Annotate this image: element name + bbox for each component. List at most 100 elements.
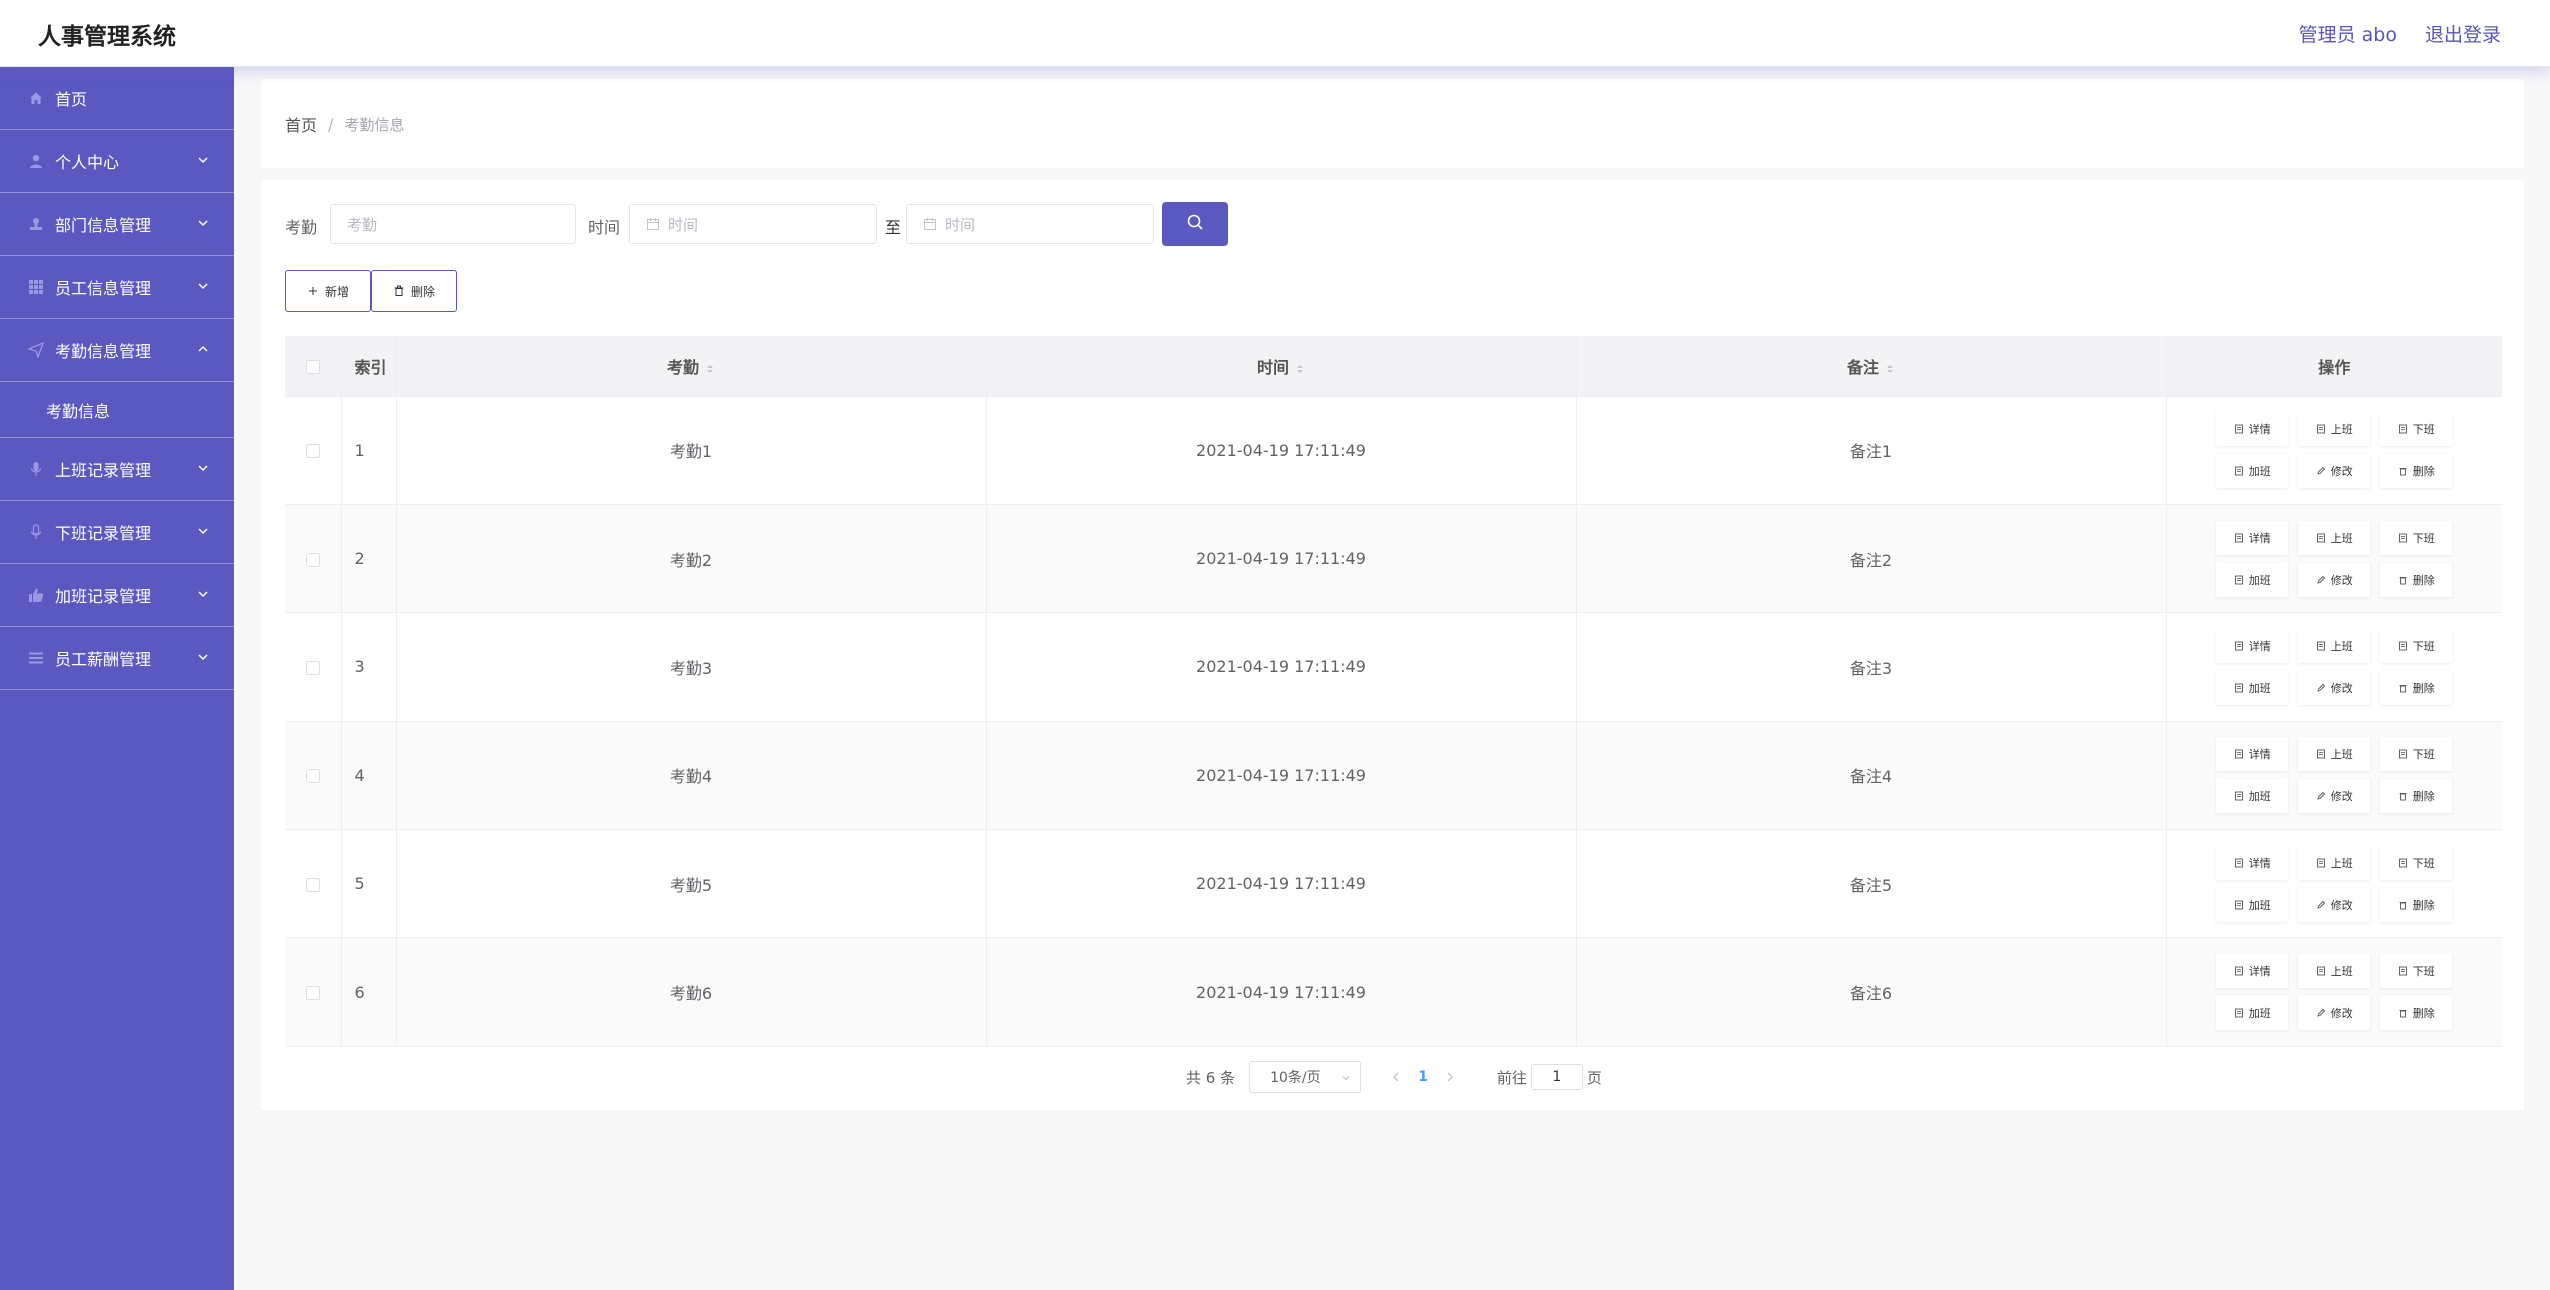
edit-button[interactable]: 修改 bbox=[2298, 996, 2371, 1031]
delete-row-button[interactable]: 删除 bbox=[2380, 887, 2453, 922]
sidebar-subitem-attendance-info[interactable]: 考勤信息 bbox=[0, 382, 234, 438]
edit-button[interactable]: 修改 bbox=[2298, 670, 2371, 705]
clock-out-button[interactable]: 下班 bbox=[2380, 520, 2453, 555]
goto-page-input[interactable] bbox=[1530, 1064, 1583, 1090]
sidebar-item-clock-out[interactable]: 下班记录管理 bbox=[0, 501, 234, 564]
overtime-icon bbox=[2234, 466, 2244, 476]
sidebar-item-employee[interactable]: 员工信息管理 bbox=[0, 256, 234, 319]
row-checkbox[interactable] bbox=[305, 986, 320, 1001]
sidebar-item-attendance[interactable]: 考勤信息管理 bbox=[0, 319, 234, 382]
clock-in-icon bbox=[2316, 966, 2326, 976]
edit-button[interactable]: 修改 bbox=[2298, 562, 2371, 597]
op-label: 删除 bbox=[2412, 898, 2435, 912]
header-attendance[interactable]: 考勤 bbox=[396, 336, 987, 397]
cell-time: 2021-04-19 17:11:49 bbox=[986, 829, 1577, 939]
user-icon bbox=[28, 153, 44, 169]
op-label: 上班 bbox=[2330, 856, 2353, 870]
detail-button[interactable]: 详情 bbox=[2216, 412, 2289, 447]
edit-icon bbox=[2316, 683, 2326, 693]
attendance-search-input[interactable]: 考勤 bbox=[330, 204, 576, 244]
clock-out-button[interactable]: 下班 bbox=[2380, 845, 2453, 880]
cell-time: 2021-04-19 17:11:49 bbox=[986, 504, 1577, 614]
overtime-button[interactable]: 加班 bbox=[2216, 996, 2289, 1031]
cell-time: 2021-04-19 17:11:49 bbox=[986, 612, 1577, 722]
page-size-select[interactable]: 10条/页 bbox=[1249, 1061, 1362, 1093]
clock-out-button[interactable]: 下班 bbox=[2380, 737, 2453, 772]
clock-in-icon bbox=[2316, 424, 2326, 434]
sidebar-item-home[interactable]: 首页 bbox=[0, 67, 234, 130]
detail-button[interactable]: 详情 bbox=[2216, 520, 2289, 555]
cell-note: 备注6 bbox=[1576, 937, 2167, 1047]
detail-button[interactable]: 详情 bbox=[2216, 628, 2289, 663]
row-actions: 详情 上班 下班加班 修改 删除 bbox=[2167, 737, 2503, 814]
next-page-icon[interactable] bbox=[1443, 1070, 1457, 1084]
overtime-button[interactable]: 加班 bbox=[2216, 670, 2289, 705]
op-label: 删除 bbox=[2412, 465, 2435, 479]
clock-in-button[interactable]: 上班 bbox=[2298, 412, 2371, 447]
header-note-label: 备注 bbox=[1846, 357, 1879, 377]
op-label: 加班 bbox=[2248, 790, 2271, 804]
time-end-input[interactable]: 时间 bbox=[906, 204, 1154, 244]
clock-out-button[interactable]: 下班 bbox=[2380, 412, 2453, 447]
delete-button[interactable]: 删除 bbox=[371, 270, 457, 312]
sidebar-item-overtime[interactable]: 加班记录管理 bbox=[0, 564, 234, 627]
header-time[interactable]: 时间 bbox=[986, 336, 1577, 397]
sort-icon[interactable] bbox=[1295, 361, 1305, 375]
delete-row-button[interactable]: 删除 bbox=[2380, 996, 2453, 1031]
row-checkbox[interactable] bbox=[305, 769, 320, 784]
op-label: 详情 bbox=[2248, 856, 2271, 870]
row-checkbox[interactable] bbox=[305, 552, 320, 567]
chevron-down-icon bbox=[196, 278, 210, 292]
search-button[interactable] bbox=[1162, 202, 1228, 246]
chevron-down-icon bbox=[196, 215, 210, 229]
sidebar-item-department[interactable]: 部门信息管理 bbox=[0, 193, 234, 256]
detail-button[interactable]: 详情 bbox=[2216, 954, 2289, 989]
pagination: 共 6 条 10条/页 1 前往 页 bbox=[1186, 1060, 1602, 1094]
delete-row-button[interactable]: 删除 bbox=[2380, 454, 2453, 489]
delete-row-button[interactable]: 删除 bbox=[2380, 670, 2453, 705]
op-label: 加班 bbox=[2248, 465, 2271, 479]
overtime-button[interactable]: 加班 bbox=[2216, 887, 2289, 922]
breadcrumb-home[interactable]: 首页 bbox=[285, 112, 317, 136]
chevron-down-icon bbox=[1340, 1072, 1352, 1084]
clock-out-button[interactable]: 下班 bbox=[2380, 628, 2453, 663]
edit-button[interactable]: 修改 bbox=[2298, 454, 2371, 489]
header-index: 索引 bbox=[341, 336, 397, 397]
overtime-button[interactable]: 加班 bbox=[2216, 562, 2289, 597]
clock-in-button[interactable]: 上班 bbox=[2298, 845, 2371, 880]
time-start-input[interactable]: 时间 bbox=[629, 204, 877, 244]
cell-attendance: 考勤1 bbox=[396, 396, 987, 505]
sort-icon[interactable] bbox=[705, 361, 715, 375]
clock-in-button[interactable]: 上班 bbox=[2298, 628, 2371, 663]
op-label: 修改 bbox=[2330, 790, 2353, 804]
logout-link[interactable]: 退出登录 bbox=[2425, 20, 2501, 47]
row-checkbox[interactable] bbox=[305, 444, 320, 459]
overtime-icon bbox=[2234, 575, 2244, 585]
edit-button[interactable]: 修改 bbox=[2298, 779, 2371, 814]
add-button[interactable]: 新增 bbox=[285, 270, 371, 312]
delete-row-button[interactable]: 删除 bbox=[2380, 562, 2453, 597]
row-checkbox[interactable] bbox=[305, 877, 320, 892]
clock-in-button[interactable]: 上班 bbox=[2298, 737, 2371, 772]
sidebar-item-salary[interactable]: 员工薪酬管理 bbox=[0, 627, 234, 690]
prev-page-icon[interactable] bbox=[1389, 1070, 1403, 1084]
clock-in-button[interactable]: 上班 bbox=[2298, 954, 2371, 989]
header-time-label: 时间 bbox=[1256, 357, 1289, 377]
edit-button[interactable]: 修改 bbox=[2298, 887, 2371, 922]
goto-label: 前往 bbox=[1496, 1068, 1527, 1087]
header-note[interactable]: 备注 bbox=[1576, 336, 2167, 397]
row-checkbox[interactable] bbox=[305, 660, 320, 675]
sidebar-item-personal-center[interactable]: 个人中心 bbox=[0, 130, 234, 193]
clock-out-button[interactable]: 下班 bbox=[2380, 954, 2453, 989]
delete-row-button[interactable]: 删除 bbox=[2380, 779, 2453, 814]
clock-in-button[interactable]: 上班 bbox=[2298, 520, 2371, 555]
overtime-button[interactable]: 加班 bbox=[2216, 779, 2289, 814]
sort-icon[interactable] bbox=[1885, 361, 1895, 375]
detail-button[interactable]: 详情 bbox=[2216, 737, 2289, 772]
overtime-button[interactable]: 加班 bbox=[2216, 454, 2289, 489]
select-all-checkbox[interactable] bbox=[305, 359, 320, 374]
table-body: 1 考勤1 2021-04-19 17:11:49 备注1 详情 上班 下班 加班 修改 删除 2 考… bbox=[285, 396, 2503, 1047]
page-number-current[interactable]: 1 bbox=[1418, 1069, 1428, 1085]
sidebar-item-clock-in[interactable]: 上班记录管理 bbox=[0, 438, 234, 501]
detail-button[interactable]: 详情 bbox=[2216, 845, 2289, 880]
